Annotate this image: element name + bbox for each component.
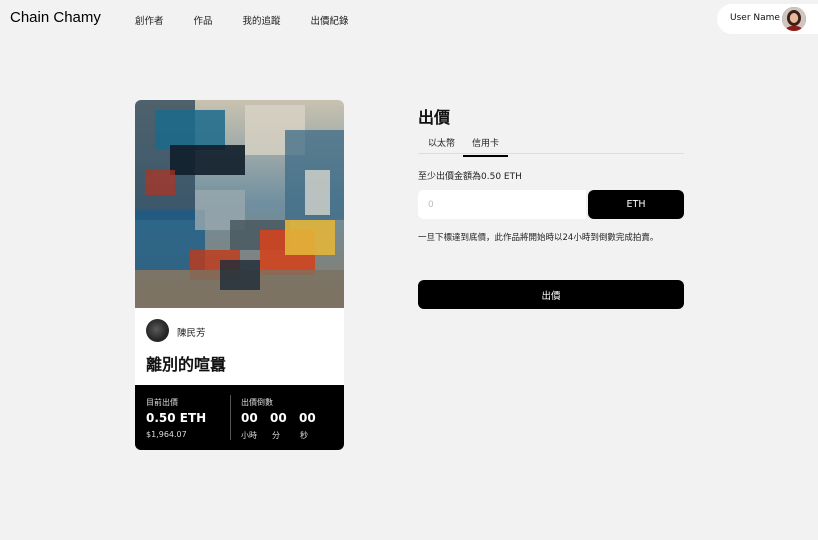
minutes-unit: 分 bbox=[272, 431, 280, 440]
main-nav: 創作者 作品 我的追蹤 出價紀錄 bbox=[135, 13, 379, 27]
hours-unit: 小時 bbox=[241, 431, 257, 440]
countdown-seconds: 00 bbox=[299, 411, 316, 425]
current-bid-label: 目前出價 bbox=[146, 398, 178, 407]
nav-item-works[interactable]: 作品 bbox=[194, 13, 213, 27]
current-bid-usd: $1,964.07 bbox=[146, 430, 187, 439]
nav-item-creators[interactable]: 創作者 bbox=[135, 13, 164, 27]
artwork-card[interactable]: 陳民芳 離別的喧囂 目前出價 0.50 ETH $1,964.07 出價倒數 0… bbox=[135, 100, 344, 450]
card-footer: 目前出價 0.50 ETH $1,964.07 出價倒數 00 00 00 小時… bbox=[135, 385, 344, 450]
countdown-minutes: 00 bbox=[270, 411, 287, 425]
bid-amount-input[interactable] bbox=[418, 190, 586, 219]
seconds-unit: 秒 bbox=[300, 431, 308, 440]
min-bid-text: 至少出價金額為0.50 ETH bbox=[418, 172, 522, 182]
top-nav-bar: Chain Chamy 創作者 作品 我的追蹤 出價紀錄 User Name bbox=[0, 0, 818, 40]
payment-tabs: 以太幣 信用卡 bbox=[418, 134, 684, 157]
artwork-title: 離別的喧囂 bbox=[146, 355, 227, 374]
nav-item-following[interactable]: 我的追蹤 bbox=[243, 13, 281, 27]
nav-item-bid-history[interactable]: 出價紀錄 bbox=[311, 13, 349, 27]
app-logo[interactable]: Chain Chamy bbox=[10, 9, 101, 26]
user-name: User Name bbox=[730, 13, 780, 23]
artist-name[interactable]: 陳民芳 bbox=[177, 325, 206, 339]
place-bid-button[interactable]: 出價 bbox=[418, 280, 684, 309]
divider bbox=[230, 395, 231, 440]
countdown-label: 出價倒數 bbox=[241, 398, 273, 407]
current-bid-value: 0.50 ETH bbox=[146, 411, 207, 425]
currency-select-button[interactable]: ETH bbox=[588, 190, 684, 219]
artwork-image[interactable] bbox=[135, 100, 344, 308]
artist-avatar[interactable] bbox=[146, 319, 169, 342]
tab-credit-card[interactable]: 信用卡 bbox=[463, 136, 509, 157]
tab-ether[interactable]: 以太幣 bbox=[428, 136, 455, 149]
auction-notice: 一旦下標達到底價，此作品將開始時以24小時到倒數完成拍賣。 bbox=[418, 233, 659, 243]
user-menu[interactable]: User Name bbox=[717, 4, 818, 34]
avatar[interactable] bbox=[782, 7, 806, 31]
countdown-hours: 00 bbox=[241, 411, 258, 425]
bid-panel-title: 出價 bbox=[418, 108, 451, 127]
